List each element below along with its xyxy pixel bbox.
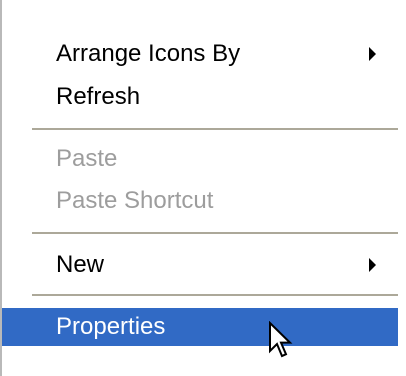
menu-item-label: Arrange Icons By <box>56 40 241 67</box>
submenu-arrow-icon <box>369 47 376 61</box>
desktop-background <box>398 0 406 376</box>
menu-separator <box>32 232 400 234</box>
menu-item-label: Properties <box>56 313 166 340</box>
menu-item-label: Paste Shortcut <box>56 187 214 214</box>
menu-item-refresh[interactable]: Refresh <box>2 78 400 116</box>
context-menu: Arrange Icons By Refresh Paste Paste Sho… <box>0 0 400 376</box>
menu-item-paste: Paste <box>2 140 400 178</box>
menu-item-label: New <box>56 251 105 278</box>
menu-item-paste-shortcut: Paste Shortcut <box>2 182 400 220</box>
arrow-pointer-icon <box>269 321 293 358</box>
menu-item-properties[interactable]: Properties <box>2 308 400 346</box>
submenu-arrow-icon <box>369 258 376 272</box>
menu-item-arrange-icons-by[interactable]: Arrange Icons By <box>2 35 400 73</box>
menu-item-new[interactable]: New <box>2 246 400 284</box>
menu-separator <box>32 294 400 296</box>
menu-separator <box>32 128 400 130</box>
menu-item-label: Refresh <box>56 83 141 110</box>
menu-item-label: Paste <box>56 145 118 172</box>
